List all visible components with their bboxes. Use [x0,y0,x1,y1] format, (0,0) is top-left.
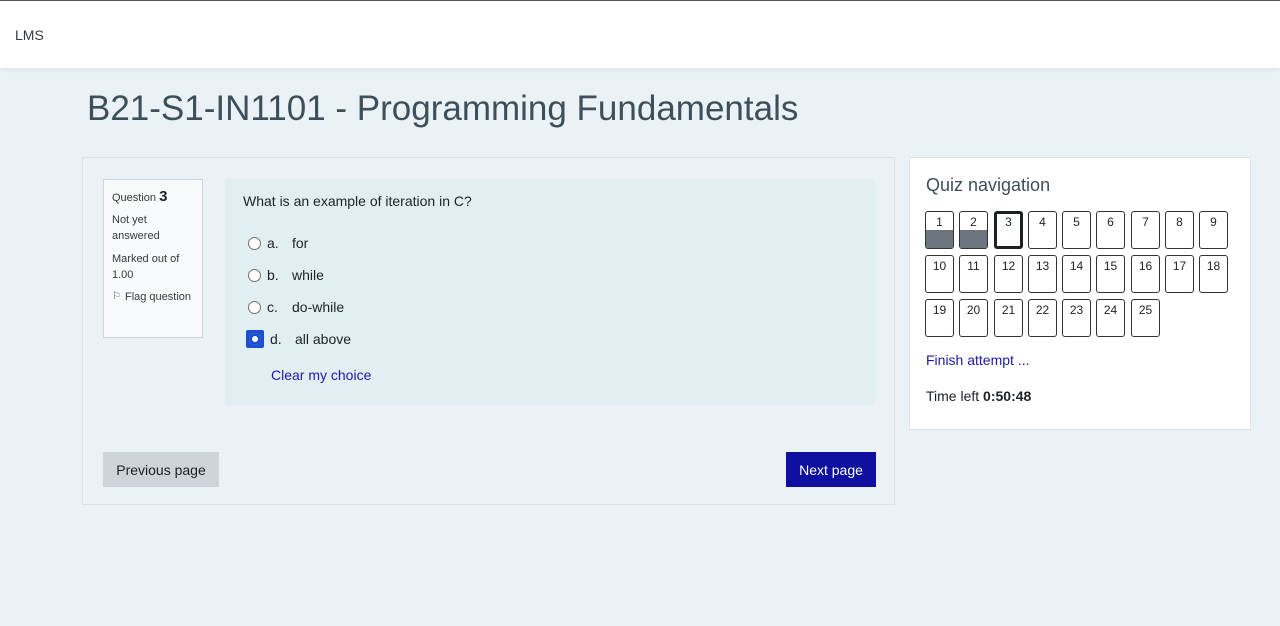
next-page-button[interactable]: Next page [786,452,876,487]
flag-question-label: Flag question [124,291,192,303]
radio-button-d-selected[interactable] [246,330,264,348]
quiz-nav-question-10[interactable]: 10 [925,255,954,293]
quiz-nav-question-16[interactable]: 16 [1131,255,1160,293]
quiz-nav-question-15[interactable]: 15 [1096,255,1125,293]
quiz-nav-question-14[interactable]: 14 [1062,255,1091,293]
radio-button-a[interactable] [248,236,261,250]
answer-option-d[interactable]: d. all above [246,329,352,349]
answer-text: do-while [292,299,345,315]
quiz-nav-question-1[interactable]: 1 [925,211,954,249]
answer-text: for [292,235,309,251]
quiz-nav-question-21[interactable]: 21 [994,299,1023,337]
quiz-nav-question-9[interactable]: 9 [1199,211,1228,249]
finish-attempt-link[interactable]: Finish attempt ... [926,352,1029,368]
time-left: Time left 0:50:48 [926,388,1031,404]
question-content: What is an example of iteration in C? a.… [225,179,875,405]
question-text: What is an example of iteration in C? [243,193,472,209]
previous-page-button[interactable]: Previous page [103,452,219,487]
quiz-navigation-title: Quiz navigation [926,175,1051,195]
quiz-nav-question-5[interactable]: 5 [1062,211,1091,249]
quiz-nav-question-13[interactable]: 13 [1028,255,1057,293]
quiz-nav-question-19[interactable]: 19 [925,299,954,337]
answer-option-a[interactable]: a. for [248,233,308,253]
radio-button-b[interactable] [248,268,261,282]
answer-letter: a. [267,235,279,251]
radio-button-c[interactable] [248,300,261,314]
page-title: B21-S1-IN1101 - Programming Fundamentals [87,89,799,128]
quiz-nav-question-18[interactable]: 18 [1199,255,1228,293]
time-left-label: Time left [926,388,980,404]
answer-letter: d. [270,331,282,347]
answer-letter: b. [267,267,279,283]
quiz-nav-question-11[interactable]: 11 [959,255,988,293]
quiz-nav-question-6[interactable]: 6 [1096,211,1125,249]
quiz-navigation-panel: Quiz navigation 1 2 3 4 5 6 7 8 9 10 11 12 13 14 15 16 1… [909,157,1251,430]
question-label: Question [112,192,157,204]
quiz-nav-question-8[interactable]: 8 [1165,211,1194,249]
answer-text: while [292,267,324,283]
quiz-nav-question-25[interactable]: 25 [1131,299,1160,337]
quiz-nav-question-4[interactable]: 4 [1028,211,1057,249]
question-card: Question 3 Not yet answered Marked out o… [82,157,895,505]
quiz-nav-question-12[interactable]: 12 [994,255,1023,293]
answer-option-b[interactable]: b. while [248,265,324,285]
flag-icon: ⚐ [112,291,121,302]
answer-option-c[interactable]: c. do-while [248,297,344,317]
time-left-value: 0:50:48 [983,388,1032,404]
quiz-nav-question-22[interactable]: 22 [1028,299,1057,337]
quiz-nav-question-17[interactable]: 17 [1165,255,1194,293]
quiz-nav-question-24[interactable]: 24 [1096,299,1125,337]
flag-question-link[interactable]: ⚐ Flag question [112,289,194,305]
quiz-nav-question-7[interactable]: 7 [1131,211,1160,249]
clear-choice-link[interactable]: Clear my choice [271,367,371,383]
question-grade: Marked out of 1.00 [112,253,180,281]
quiz-nav-question-23[interactable]: 23 [1062,299,1091,337]
brand-link[interactable]: LMS [15,27,44,43]
question-number: Question 3 [112,188,194,205]
quiz-nav-question-2[interactable]: 2 [959,211,988,249]
top-navbar: LMS [0,0,1280,68]
question-state: Not yet answered [112,214,160,242]
question-number-value: 3 [159,188,168,205]
quiz-nav-question-3[interactable]: 3 [994,211,1023,249]
answer-text: all above [295,331,352,347]
answer-letter: c. [267,299,278,315]
question-info: Question 3 Not yet answered Marked out o… [103,179,203,338]
quiz-nav-question-20[interactable]: 20 [959,299,988,337]
